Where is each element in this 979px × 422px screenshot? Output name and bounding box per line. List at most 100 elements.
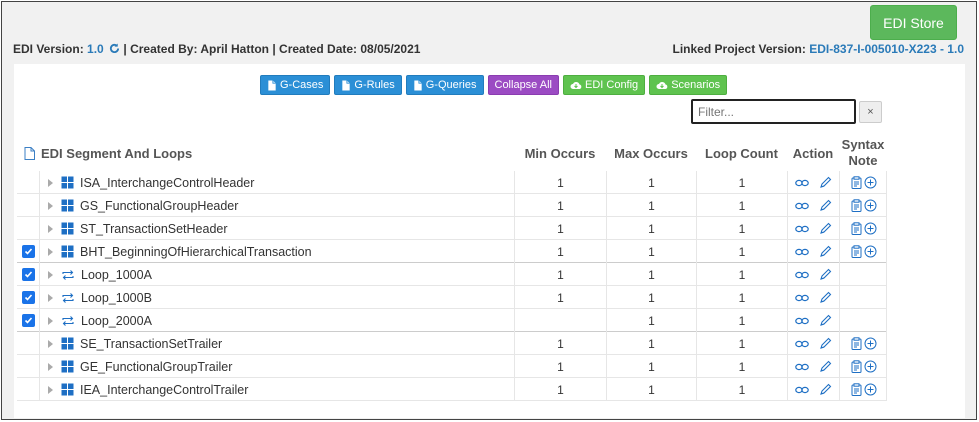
checkbox[interactable] <box>21 291 35 304</box>
table-row[interactable]: SE_TransactionSetTrailer 1 1 1 <box>17 332 887 355</box>
row-min-occurs <box>514 309 606 332</box>
row-checkbox-cell[interactable] <box>17 378 39 401</box>
row-checkbox-cell[interactable] <box>17 355 39 378</box>
plus-circle-icon[interactable] <box>864 176 877 189</box>
row-name: BHT_BeginningOfHierarchicalTransaction <box>80 244 312 259</box>
g-rules-button[interactable]: G-Rules <box>334 75 402 95</box>
table-row[interactable]: GE_FunctionalGroupTrailer 1 1 1 <box>17 355 887 378</box>
edi-version-value[interactable]: 1.0 <box>87 42 104 56</box>
table-row[interactable]: Loop_2000A 1 1 <box>17 309 887 332</box>
pencil-icon[interactable] <box>819 199 832 212</box>
pencil-icon[interactable] <box>819 383 832 396</box>
pencil-icon[interactable] <box>819 337 832 350</box>
expand-caret-icon[interactable] <box>48 247 53 256</box>
row-max-occurs: 1 <box>606 171 696 194</box>
clipboard-icon[interactable] <box>850 245 863 258</box>
file-icon <box>414 79 422 91</box>
plus-circle-icon[interactable] <box>864 245 877 258</box>
row-checkbox-cell[interactable] <box>17 171 39 194</box>
clipboard-icon[interactable] <box>850 360 863 373</box>
row-name-cell: GE_FunctionalGroupTrailer <box>39 355 514 378</box>
g-cases-button[interactable]: G-Cases <box>260 75 331 95</box>
checkbox[interactable] <box>21 314 35 327</box>
table-row[interactable]: ISA_InterchangeControlHeader 1 1 1 <box>17 171 887 194</box>
clipboard-icon[interactable] <box>850 383 863 396</box>
expand-caret-icon[interactable] <box>48 385 53 394</box>
pencil-icon[interactable] <box>819 291 832 304</box>
expand-caret-icon[interactable] <box>48 339 53 348</box>
edi-store-button[interactable]: EDI Store <box>870 5 957 40</box>
expand-caret-icon[interactable] <box>48 201 53 210</box>
row-name: ISA_InterchangeControlHeader <box>80 175 255 190</box>
row-name-cell: ST_TransactionSetHeader <box>39 217 514 240</box>
row-max-occurs: 1 <box>606 355 696 378</box>
row-checkbox-cell[interactable] <box>17 309 39 332</box>
edi-config-button[interactable]: EDI Config <box>562 75 646 95</box>
link-icon[interactable] <box>795 179 809 187</box>
collapse-all-button[interactable]: Collapse All <box>487 75 559 95</box>
row-checkbox-cell[interactable] <box>17 286 39 309</box>
col-loop-count[interactable]: Loop Count <box>696 146 787 161</box>
expand-caret-icon[interactable] <box>48 270 53 279</box>
plus-circle-icon[interactable] <box>864 199 877 212</box>
row-name: Loop_1000A <box>81 267 152 282</box>
expand-caret-icon[interactable] <box>48 362 53 371</box>
pencil-icon[interactable] <box>819 268 832 281</box>
filter-input[interactable] <box>691 99 856 124</box>
link-icon[interactable] <box>795 294 809 302</box>
link-icon[interactable] <box>795 202 809 210</box>
row-max-occurs: 1 <box>606 309 696 332</box>
row-checkbox-cell[interactable] <box>17 194 39 217</box>
expand-caret-icon[interactable] <box>48 316 53 325</box>
link-icon[interactable] <box>795 317 809 325</box>
row-loop-count: 1 <box>696 263 787 286</box>
linked-project-link[interactable]: EDI-837-I-005010-X223 - 1.0 <box>809 42 964 56</box>
plus-circle-icon[interactable] <box>864 383 877 396</box>
pencil-icon[interactable] <box>819 222 832 235</box>
link-icon[interactable] <box>795 386 809 394</box>
expand-caret-icon[interactable] <box>48 293 53 302</box>
col-action: Action <box>792 146 834 161</box>
link-icon[interactable] <box>795 271 809 279</box>
checkbox[interactable] <box>21 268 35 281</box>
row-name-cell: Loop_2000A <box>39 309 514 332</box>
expand-caret-icon[interactable] <box>48 224 53 233</box>
pencil-icon[interactable] <box>819 245 832 258</box>
created-info: | Created By: April Hatton | Created Dat… <box>123 42 421 56</box>
plus-circle-icon[interactable] <box>864 360 877 373</box>
refresh-icon[interactable] <box>109 43 120 54</box>
row-checkbox-cell[interactable] <box>17 263 39 286</box>
row-syntax-note <box>839 355 887 378</box>
scenarios-button[interactable]: Scenarios <box>649 75 728 95</box>
plus-circle-icon[interactable] <box>864 222 877 235</box>
table-row[interactable]: BHT_BeginningOfHierarchicalTransaction 1… <box>17 240 887 263</box>
table-row[interactable]: Loop_1000B 1 1 1 <box>17 286 887 309</box>
clipboard-icon[interactable] <box>850 222 863 235</box>
table-row[interactable]: GS_FunctionalGroupHeader 1 1 1 <box>17 194 887 217</box>
pencil-icon[interactable] <box>819 314 832 327</box>
table-row[interactable]: ST_TransactionSetHeader 1 1 1 <box>17 217 887 240</box>
row-checkbox-cell[interactable] <box>17 332 39 355</box>
link-icon[interactable] <box>795 363 809 371</box>
link-icon[interactable] <box>795 340 809 348</box>
row-checkbox-cell[interactable] <box>17 240 39 263</box>
col-min-occurs[interactable]: Min Occurs <box>514 146 606 161</box>
expand-caret-icon[interactable] <box>48 178 53 187</box>
link-icon[interactable] <box>795 248 809 256</box>
row-max-occurs: 1 <box>606 217 696 240</box>
g-queries-button[interactable]: G-Queries <box>405 75 484 95</box>
col-max-occurs[interactable]: Max Occurs <box>606 146 696 161</box>
clipboard-icon[interactable] <box>850 176 863 189</box>
clipboard-icon[interactable] <box>850 199 863 212</box>
table-row[interactable]: Loop_1000A 1 1 1 <box>17 263 887 286</box>
checkbox[interactable] <box>21 245 35 258</box>
link-icon[interactable] <box>795 225 809 233</box>
pencil-icon[interactable] <box>819 360 832 373</box>
table-row[interactable]: IEA_InterchangeControlTrailer 1 1 1 <box>17 378 887 401</box>
clipboard-icon[interactable] <box>850 337 863 350</box>
plus-circle-icon[interactable] <box>864 337 877 350</box>
pencil-icon[interactable] <box>819 176 832 189</box>
col-syntax-note: Syntax Note <box>841 137 885 168</box>
row-checkbox-cell[interactable] <box>17 217 39 240</box>
clear-filter-button[interactable]: × <box>859 101 882 123</box>
